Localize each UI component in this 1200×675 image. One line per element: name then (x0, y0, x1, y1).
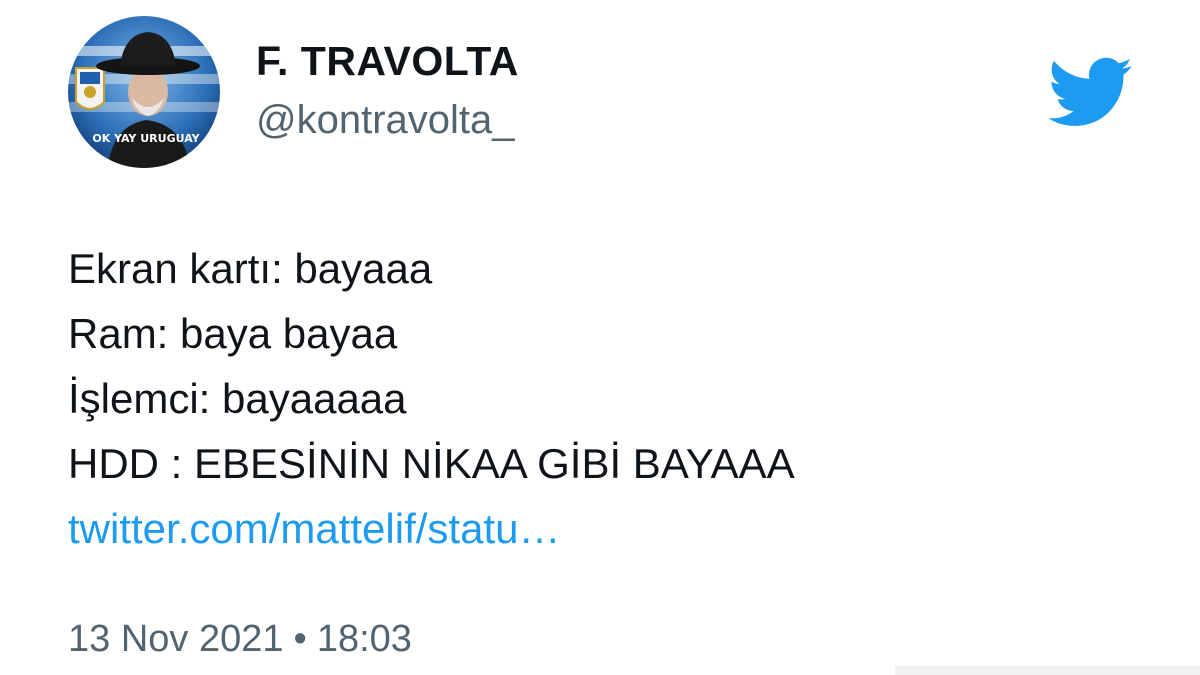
twitter-bird-icon[interactable] (1044, 55, 1134, 127)
avatar-caption: OK YAY URUGUAY (92, 132, 200, 145)
tweet-line: Ekran kartı: bayaaa (68, 245, 433, 292)
tweet-date: 13 Nov 2021 (68, 618, 284, 660)
tweet-card: OK YAY URUGUAY F. TRAVOLTA @kontravolta_… (0, 0, 1200, 675)
tweet-text: Ekran kartı: bayaaa Ram: baya bayaa İşle… (68, 236, 1168, 561)
avatar-image: OK YAY URUGUAY (68, 16, 220, 168)
tweet-timestamp[interactable]: 13 Nov 2021 • 18:03 (68, 618, 412, 661)
tweet-line: HDD : EBESİNİN NİKAA GİBİ BAYAAA (68, 440, 795, 487)
display-name[interactable]: F. TRAVOLTA (256, 38, 519, 85)
user-handle[interactable]: @kontravolta_ (256, 98, 515, 143)
meta-separator: • (293, 618, 307, 660)
tweet-time: 18:03 (316, 618, 412, 660)
tweet-line: İşlemci: bayaaaaa (68, 375, 407, 422)
avatar[interactable]: OK YAY URUGUAY (68, 16, 220, 168)
tweet-link[interactable]: twitter.com/mattelif/statu… (68, 496, 1168, 561)
tweet-line: Ram: baya bayaa (68, 310, 398, 357)
divider (895, 666, 1200, 675)
